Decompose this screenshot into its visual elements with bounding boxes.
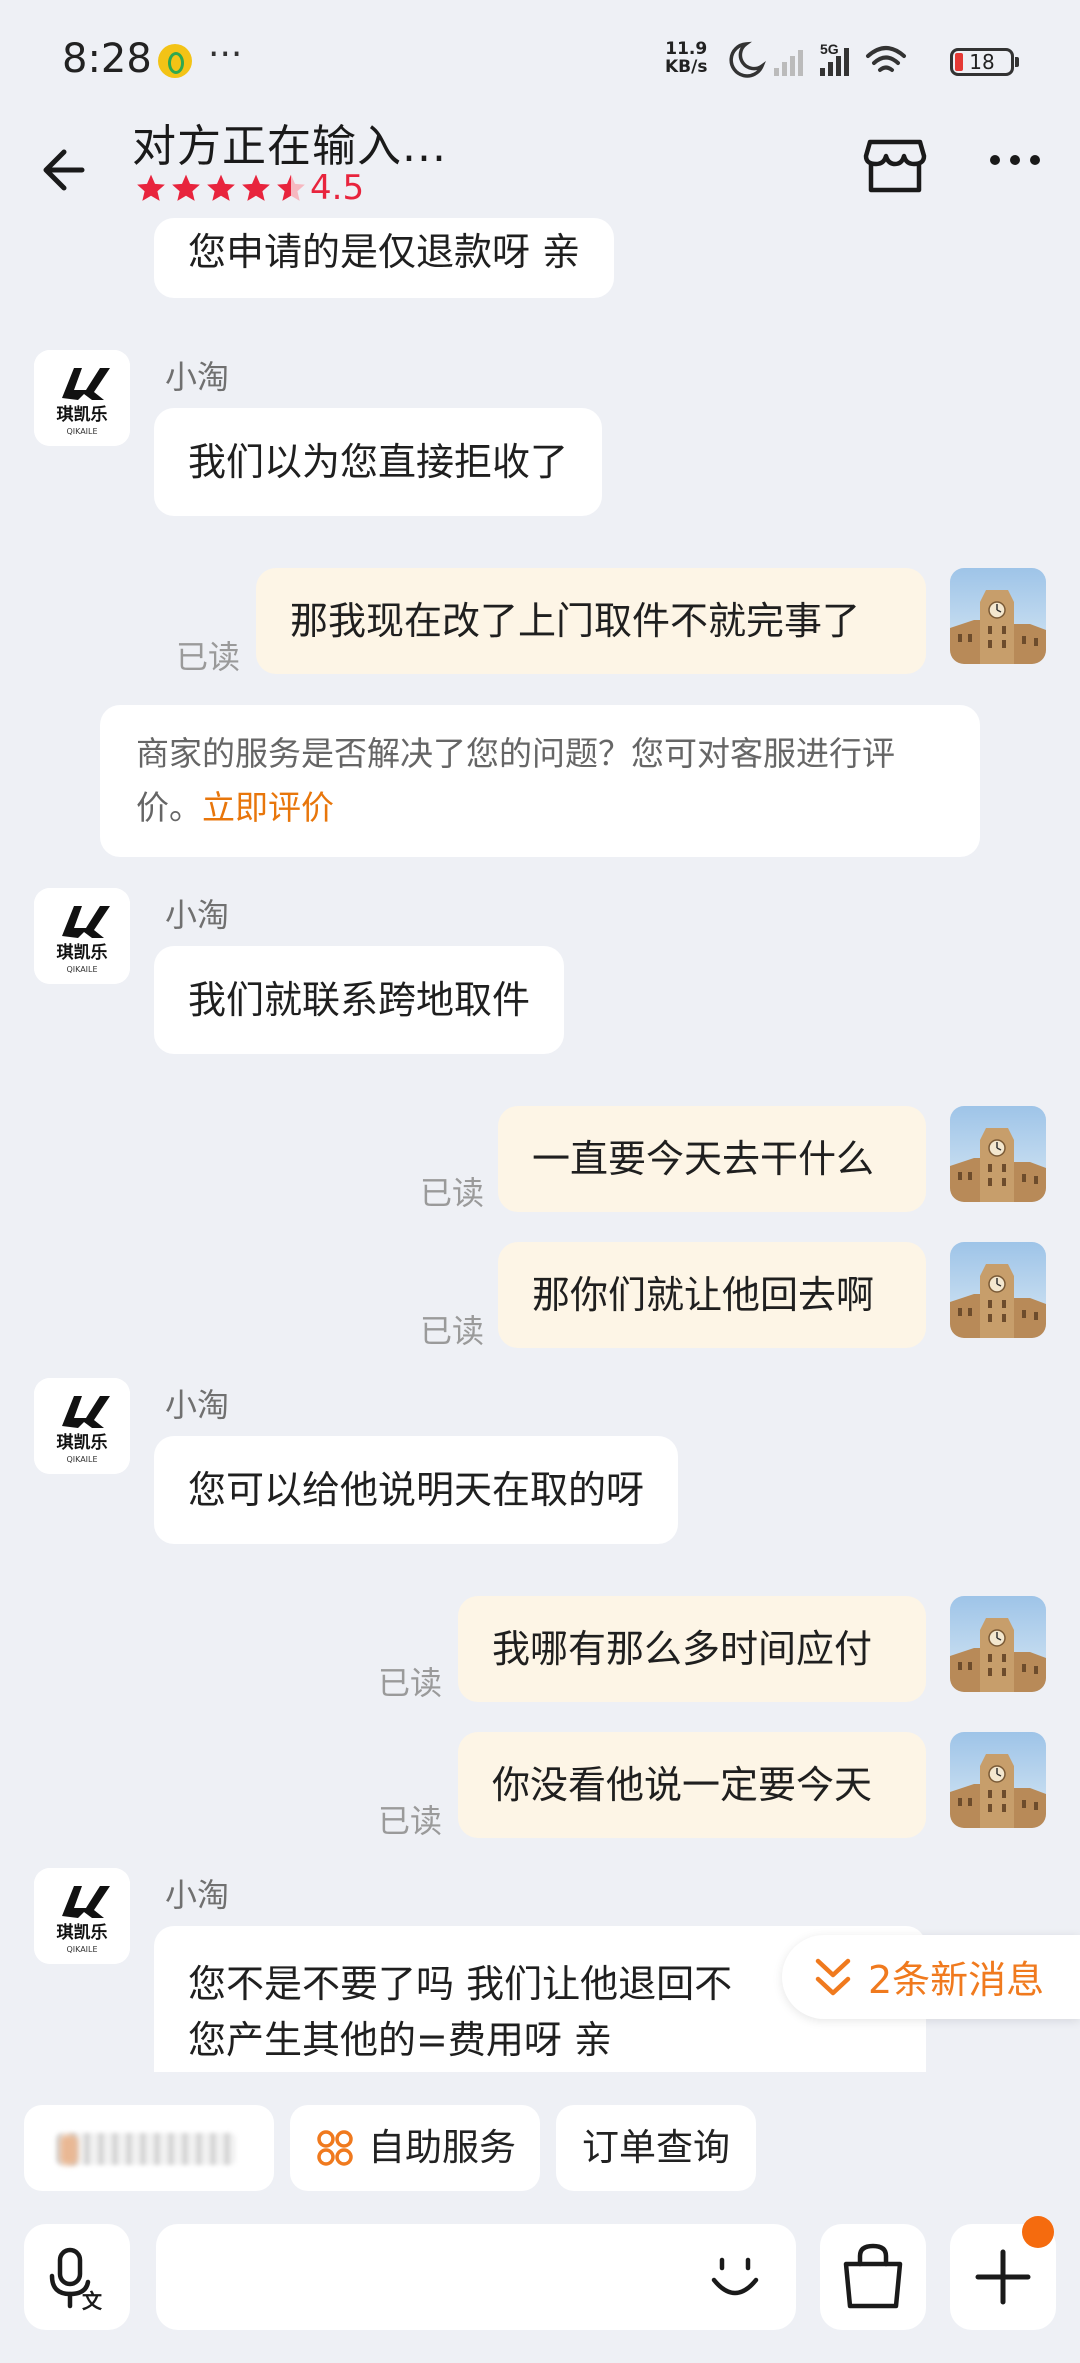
emoji-button[interactable] (700, 2240, 770, 2310)
self-service-icon (317, 2130, 353, 2166)
music-app-icon (158, 44, 192, 78)
star-full-icon (137, 174, 165, 201)
self-service-label: 自助服务 (368, 2126, 516, 2169)
read-status: 已读 (420, 1174, 485, 1212)
network-speed: 11.9 KB/s (665, 40, 707, 76)
rating-stars (135, 170, 310, 206)
shop-logo-text: 琪凯乐 (57, 404, 108, 425)
double-chevron-down-icon (815, 1958, 851, 1996)
message-bubble-shop: 我们就联系跨地取件 (154, 946, 565, 1054)
message-bubble-me: 那我现在改了上门取件不就完事了 (256, 568, 926, 674)
new-messages-button[interactable]: 2条新消息 (782, 1935, 1080, 2019)
clock-tower-avatar-icon (950, 1596, 1046, 1692)
read-status: 已读 (378, 1664, 443, 1702)
rating-value: 4.5 (310, 168, 365, 208)
status-icons: 5G (729, 41, 906, 78)
message-bubble-shop: 我们以为您直接拒收了 (154, 408, 603, 516)
star-full-icon (207, 174, 235, 201)
voice-input-button[interactable]: 文 (24, 2224, 130, 2330)
shop-logo-icon: 琪凯乐 QIKAILE (34, 1868, 130, 1964)
star-full-icon (172, 174, 200, 201)
message-bubble-shop: 您可以给他说明天在取的呀 (154, 1436, 679, 1544)
shop-avatar[interactable]: 琪凯乐 QIKAILE (34, 1868, 130, 1964)
blurred-content (56, 2133, 236, 2165)
shop-logo-subtext: QIKAILE (66, 1945, 97, 1954)
input-bar: 文 (0, 2210, 1080, 2363)
sender-name: 小淘 (165, 896, 230, 934)
order-query-label: 订单查询 (582, 2126, 730, 2169)
network-speed-unit: KB/s (665, 57, 708, 77)
user-avatar[interactable] (950, 1732, 1046, 1828)
service-evaluation-card: 商家的服务是否解决了您的问题？您可对客服进行评价。立即评价 (100, 705, 980, 857)
clock-tower-avatar-icon (950, 1732, 1046, 1828)
sender-name: 小淘 (165, 358, 230, 396)
voice-translate-icon: 文 (49, 2247, 103, 2313)
message-bubble-me: 我哪有那么多时间应付 (458, 1596, 926, 1702)
shop-logo-subtext: QIKAILE (66, 965, 97, 974)
clock-tower-avatar-icon (950, 1106, 1046, 1202)
sender-name: 小淘 (165, 1876, 230, 1914)
sender-name: 小淘 (165, 1386, 230, 1424)
message-bubble-me: 你没看他说一定要今天 (458, 1732, 926, 1838)
notification-dot (1022, 2216, 1054, 2248)
clock-tower-avatar-icon (950, 1242, 1046, 1338)
moon-icon (729, 41, 766, 78)
back-button[interactable] (38, 140, 98, 200)
status-time: 8:28 (62, 36, 152, 82)
shop-avatar[interactable]: 琪凯乐 QIKAILE (34, 1378, 130, 1474)
quick-actions-bar: 自助服务 订单查询 (0, 2090, 1080, 2210)
signal-1-icon (774, 50, 803, 76)
battery-indicator: 18 (950, 48, 1019, 76)
new-messages-label: 2条新消息 (868, 1958, 1045, 2002)
shopping-bag-icon (843, 2243, 903, 2309)
chat-header: 对方正在输入... 4.5 (0, 100, 1080, 230)
shop-logo-subtext: QIKAILE (66, 427, 97, 436)
svg-text:文: 文 (82, 2289, 103, 2313)
read-status: 已读 (378, 1802, 443, 1840)
clock-tower-avatar-icon (950, 568, 1046, 664)
message-bubble-shop: 您申请的是仅退款呀 亲 (154, 218, 615, 298)
star-half-icon (277, 174, 305, 201)
self-service-button[interactable]: 自助服务 (290, 2105, 540, 2191)
shopping-bag-button[interactable] (820, 2224, 926, 2330)
shop-button[interactable] (862, 136, 928, 196)
network-type: 5G (820, 41, 839, 57)
message-bubble-me: 一直要今天去干什么 (498, 1106, 926, 1212)
shop-avatar[interactable]: 琪凯乐 QIKAILE (34, 888, 130, 984)
star-full-icon (242, 174, 270, 201)
quick-action-blurred[interactable] (24, 2105, 274, 2191)
evaluate-now-link[interactable]: 立即评价 (202, 788, 334, 827)
shop-logo-icon: 琪凯乐 QIKAILE (34, 1378, 130, 1474)
order-query-button[interactable]: 订单查询 (556, 2105, 756, 2191)
user-avatar[interactable] (950, 568, 1046, 664)
more-options-button[interactable] (985, 148, 1045, 178)
shop-logo-text: 琪凯乐 (57, 942, 108, 963)
wifi-icon (866, 46, 906, 72)
shop-logo-subtext: QIKAILE (66, 1455, 97, 1464)
shop-logo-icon: 琪凯乐 QIKAILE (34, 888, 130, 984)
network-speed-value: 11.9 (665, 39, 708, 59)
message-line: 您产生其他的=费用呀 亲 (188, 2018, 612, 2062)
more-notifications-icon: ··· (208, 34, 243, 75)
shop-avatar[interactable]: 琪凯乐 QIKAILE (34, 350, 130, 446)
shop-logo-text: 琪凯乐 (57, 1432, 108, 1453)
shop-logo-icon: 琪凯乐 QIKAILE (34, 350, 130, 446)
read-status: 已读 (176, 638, 241, 676)
user-avatar[interactable] (950, 1596, 1046, 1692)
chat-title: 对方正在输入... (132, 121, 447, 172)
blurred-icon (60, 2135, 78, 2165)
shop-logo-text: 琪凯乐 (57, 1922, 108, 1943)
message-bubble-me: 那你们就让他回去啊 (498, 1242, 926, 1348)
user-avatar[interactable] (950, 1242, 1046, 1338)
user-avatar[interactable] (950, 1106, 1046, 1202)
read-status: 已读 (420, 1312, 485, 1350)
